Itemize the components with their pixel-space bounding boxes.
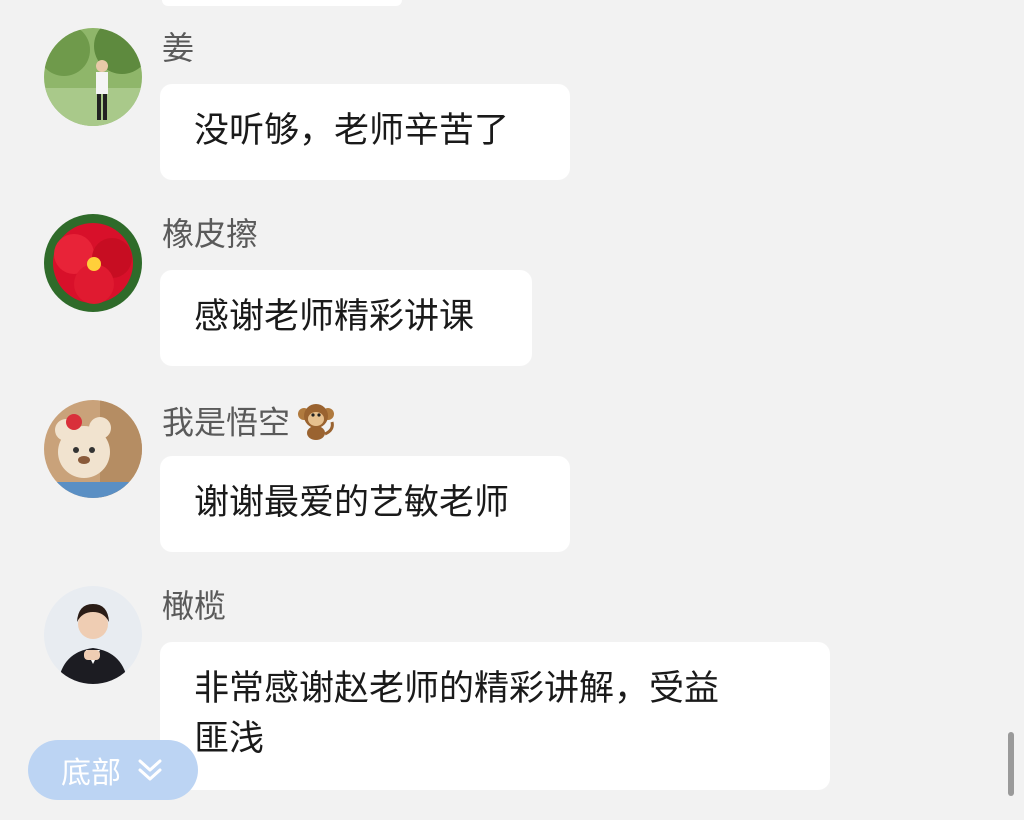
message-text-line: 非常感谢赵老师的精彩讲解，受益 xyxy=(194,669,720,709)
sender-name: 橡皮擦 xyxy=(162,215,259,253)
monkey-icon xyxy=(294,400,338,449)
chat-message: 橡皮擦 感谢老师精彩讲课 xyxy=(0,214,1024,374)
avatar-image xyxy=(44,28,142,126)
avatar-image xyxy=(44,214,142,312)
chat-message: 姜 没听够，老师辛苦了 xyxy=(0,28,1024,188)
sender-name: 我是悟空 xyxy=(162,400,338,442)
sender-name: 橄榄 xyxy=(162,587,227,625)
message-bubble[interactable]: 没听够，老师辛苦了 xyxy=(160,84,570,180)
message-bubble[interactable]: 非常感谢赵老师的精彩讲解，受益 匪浅 xyxy=(160,642,830,790)
scroll-to-bottom-button[interactable]: 底部 xyxy=(28,740,198,800)
avatar[interactable] xyxy=(44,214,142,312)
avatar-image xyxy=(44,400,142,498)
message-text: 感谢老师精彩讲课 xyxy=(194,297,475,337)
sender-name-text: 我是悟空 xyxy=(162,403,291,442)
avatar[interactable] xyxy=(44,586,142,684)
message-bubble[interactable]: 谢谢最爱的艺敏老师 xyxy=(160,456,570,552)
avatar[interactable] xyxy=(44,28,142,126)
previous-message-bubble-edge xyxy=(162,0,402,6)
avatar-image xyxy=(44,586,142,684)
message-text: 没听够，老师辛苦了 xyxy=(194,111,510,151)
message-text-line: 匪浅 xyxy=(194,719,265,759)
sender-name: 姜 xyxy=(162,29,195,67)
message-bubble[interactable]: 感谢老师精彩讲课 xyxy=(160,270,532,366)
message-text: 谢谢最爱的艺敏老师 xyxy=(194,483,510,523)
avatar[interactable] xyxy=(44,400,142,498)
scrollbar[interactable] xyxy=(1008,732,1014,796)
double-chevron-down-icon xyxy=(135,755,165,785)
scroll-to-bottom-label: 底部 xyxy=(61,756,121,791)
chat-message: 我是悟空 谢谢最爱的艺敏老师 xyxy=(0,400,1024,560)
